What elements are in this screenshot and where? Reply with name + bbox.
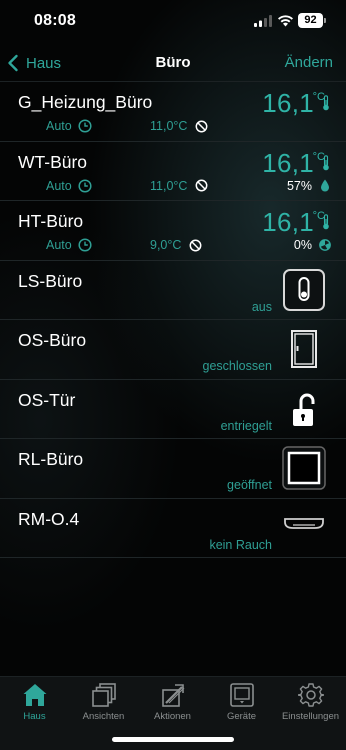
navigation-bar: Haus Büro Ändern (0, 44, 346, 82)
battery-icon: 92 (298, 13, 326, 28)
droplet-icon (321, 179, 329, 191)
status-text: entriegelt (220, 418, 272, 433)
valve-icon (319, 239, 331, 251)
tab-ansichten[interactable]: Ansichten (69, 682, 138, 722)
clock-icon (78, 238, 92, 252)
views-icon (91, 683, 116, 707)
device-name: OS-Büro (18, 330, 87, 350)
wifi-icon (278, 15, 293, 27)
tab-label: Haus (23, 711, 46, 722)
list-item-os-tuer[interactable]: OS-Tür entriegelt (0, 380, 346, 439)
mode-label: Auto (46, 179, 92, 193)
device-name: G_Heizung_Büro (18, 92, 153, 112)
smoke-detector-icon[interactable] (281, 505, 327, 551)
valve-value: 0% (293, 238, 312, 252)
clock-icon (78, 119, 92, 133)
setpoint-text: 11,0°C (150, 178, 188, 193)
mode-text: Auto (46, 238, 72, 252)
unlocked-padlock-icon[interactable] (281, 386, 327, 432)
mode-label: Auto (46, 238, 92, 252)
tab-label: Ansichten (82, 711, 125, 722)
list-item-rl-buero[interactable]: RL-Büro geöffnet (0, 439, 346, 499)
device-name: OS-Tür (18, 389, 76, 410)
gear-icon (297, 683, 324, 707)
window-closed-icon[interactable] (281, 326, 327, 372)
house-icon (23, 684, 46, 706)
mode-text: Auto (46, 178, 72, 193)
tab-einstellungen[interactable]: Einstellungen (276, 682, 345, 722)
thermometer-icon (323, 214, 329, 230)
tab-label: Einstellungen (281, 711, 340, 722)
tab-haus[interactable]: Haus (0, 682, 69, 722)
setpoint-label: 9,0°C (150, 238, 202, 252)
light-switch-icon[interactable] (281, 267, 327, 313)
thermometer-icon (323, 95, 329, 111)
status-text: geschlossen (202, 359, 273, 373)
clock: 08:08 (34, 12, 76, 29)
off-icon (189, 239, 202, 251)
tab-geraete[interactable]: Geräte (207, 682, 276, 722)
list-item-os-buero[interactable]: OS-Büro geschlossen (0, 320, 346, 380)
status-text: kein Rauch (209, 537, 272, 552)
list-item-g-heizung-buero[interactable]: G_Heizung_Büro Auto 11,0°C 16,1 °C (0, 82, 346, 142)
clock-icon (78, 178, 92, 193)
tab-label: Geräte (226, 711, 257, 722)
humidity-value: 57% (286, 178, 312, 193)
thermometer-icon (323, 154, 329, 170)
temperature-value: 16,1 (262, 147, 314, 178)
list-item-ls-buero[interactable]: LS-Büro aus (0, 261, 346, 320)
off-icon (195, 179, 208, 192)
setpoint-text: 9,0°C (150, 238, 182, 252)
temperature-value: 16,1 (262, 88, 314, 118)
list-item-rm-o4[interactable]: RM-O.4 kein Rauch (0, 499, 346, 558)
temperature-value: 16,1 (262, 207, 314, 237)
mode-label: Auto (46, 119, 92, 133)
device-name: HT-Büro (18, 211, 84, 231)
shutter-open-icon[interactable] (281, 445, 327, 491)
setpoint-text: 11,0°C (150, 119, 188, 133)
status-text: geöffnet (227, 478, 272, 492)
devices-icon (229, 683, 254, 707)
off-icon (195, 120, 208, 132)
tab-label: Aktionen (154, 711, 191, 722)
setpoint-label: 11,0°C (150, 119, 208, 133)
tab-aktionen[interactable]: Aktionen (138, 682, 207, 722)
status-bar: 08:08 92 (0, 0, 346, 44)
device-name: LS-Büro (18, 270, 83, 291)
device-name: RL-Büro (18, 449, 84, 469)
setpoint-label: 11,0°C (150, 179, 208, 193)
chevron-left-icon (8, 54, 18, 72)
back-label: Haus (26, 54, 62, 72)
mode-text: Auto (46, 119, 72, 133)
home-indicator[interactable] (112, 737, 234, 742)
edit-button[interactable]: Ändern (285, 54, 333, 71)
list-item-wt-buero[interactable]: WT-Büro Auto 11,0°C 16,1 °C 57% (0, 142, 346, 201)
device-list: G_Heizung_Büro Auto 11,0°C 16,1 °C WT-Bü… (0, 82, 346, 558)
actions-icon (161, 684, 184, 707)
back-button[interactable]: Haus (6, 51, 61, 75)
device-name: RM-O.4 (18, 508, 80, 529)
signal-icon (254, 15, 272, 27)
status-text: aus (251, 299, 272, 314)
device-name: WT-Büro (18, 151, 88, 172)
list-item-ht-buero[interactable]: HT-Büro Auto 9,0°C 16,1 °C 0% (0, 201, 346, 261)
